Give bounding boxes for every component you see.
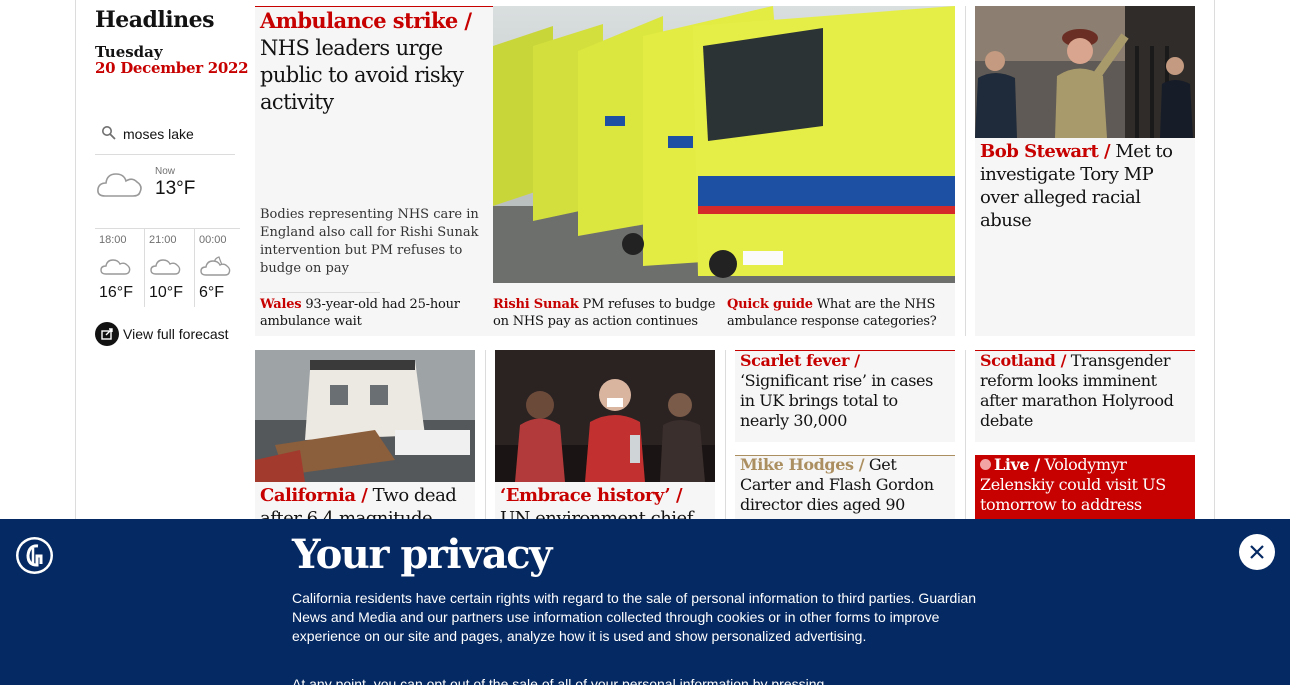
privacy-title: Your privacy xyxy=(292,531,552,578)
forecast-temp: 6°F xyxy=(199,284,225,301)
story-headline-text: ‘Significant rise’ in cases in UK brings… xyxy=(740,371,933,430)
lead-standfirst: Bodies representing NHS care in England … xyxy=(260,207,479,276)
close-button[interactable] xyxy=(1239,534,1275,570)
story-headline[interactable]: Scarlet fever / ‘Significant rise’ in ca… xyxy=(740,351,950,431)
privacy-body: California residents have certain rights… xyxy=(292,590,977,644)
search-icon xyxy=(102,126,116,140)
cloud-icon xyxy=(100,259,131,275)
forecast-time: 00:00 xyxy=(199,234,227,246)
ambulances-image[interactable] xyxy=(493,6,955,283)
story-headline[interactable]: Live / Volodymyr Zelenskiy could visit U… xyxy=(980,455,1190,515)
un-conference-image[interactable] xyxy=(495,350,715,482)
weather-location-field[interactable]: moses lake xyxy=(95,119,235,155)
story-kicker: ‘Embrace history’ / xyxy=(500,485,683,506)
cloud-icon xyxy=(97,173,142,197)
forecast-item: 21:00 10°F xyxy=(144,229,192,307)
divider xyxy=(965,350,966,520)
live-dot-icon xyxy=(980,459,991,470)
privacy-body-continued: At any point, you can opt out of the sal… xyxy=(292,676,825,685)
sublink[interactable]: Rishi Sunak PM refuses to budge on NHS p… xyxy=(493,296,718,330)
lead-headline[interactable]: Ambulance strike / NHS leaders urge publ… xyxy=(260,7,485,116)
sublink-kicker: Rishi Sunak xyxy=(493,297,579,312)
view-full-forecast-label: View full forecast xyxy=(123,326,229,342)
forecast-temp: 16°F xyxy=(99,284,133,301)
forecast-item: 18:00 16°F xyxy=(95,229,143,307)
sublink[interactable]: Quick guide What are the NHS ambulance r… xyxy=(727,296,952,330)
story-kicker: Bob Stewart / xyxy=(980,141,1111,162)
forecast-time: 21:00 xyxy=(149,234,177,246)
privacy-banner: Your privacy California residents have c… xyxy=(0,519,1290,685)
california-image[interactable] xyxy=(255,350,475,482)
forecast-temp: 10°F xyxy=(149,284,183,301)
story-kicker: Scarlet fever / xyxy=(740,351,860,370)
sublink-kicker: Quick guide xyxy=(727,297,813,312)
divider xyxy=(260,292,380,293)
weather-location: moses lake xyxy=(123,126,194,142)
moon-cloud-icon xyxy=(200,256,231,276)
guardian-logo-icon xyxy=(16,537,53,574)
close-icon xyxy=(1250,545,1264,559)
cloud-icon xyxy=(150,259,181,275)
sublink[interactable]: Wales 93-year-old had 25-hour ambulance … xyxy=(260,296,485,330)
story-headline[interactable]: Bob Stewart / Met to investigate Tory MP… xyxy=(980,140,1190,232)
forecast-time: 18:00 xyxy=(99,234,127,246)
headline-date: 20 December 2022 xyxy=(95,59,249,77)
forecast-item: 00:00 6°F xyxy=(194,229,242,307)
bob-stewart-image[interactable] xyxy=(975,6,1195,138)
section-title: Headlines xyxy=(95,7,215,33)
weather-now-temp: 13°F xyxy=(155,178,196,199)
story-kicker: Mike Hodges / xyxy=(740,455,865,474)
sublink-kicker: Wales xyxy=(260,297,302,312)
lead-headline-text: NHS leaders urge public to avoid risky a… xyxy=(260,36,464,114)
divider xyxy=(725,350,726,520)
story-headline[interactable]: Scotland / Transgender reform looks immi… xyxy=(980,351,1190,431)
lead-kicker: Ambulance strike / xyxy=(260,8,472,33)
weather-now-label: Now xyxy=(155,166,176,177)
live-kicker: Live / xyxy=(994,455,1040,474)
story-headline[interactable]: Mike Hodges / Get Carter and Flash Gordo… xyxy=(740,455,950,515)
weather-forecast: 18:00 16°F 21:00 10°F 00:00 6°F xyxy=(95,228,242,307)
story-kicker: Scotland / xyxy=(980,351,1067,370)
divider xyxy=(485,350,486,520)
external-link-icon xyxy=(95,322,119,346)
story-kicker: California / xyxy=(260,485,368,506)
divider xyxy=(965,6,966,336)
